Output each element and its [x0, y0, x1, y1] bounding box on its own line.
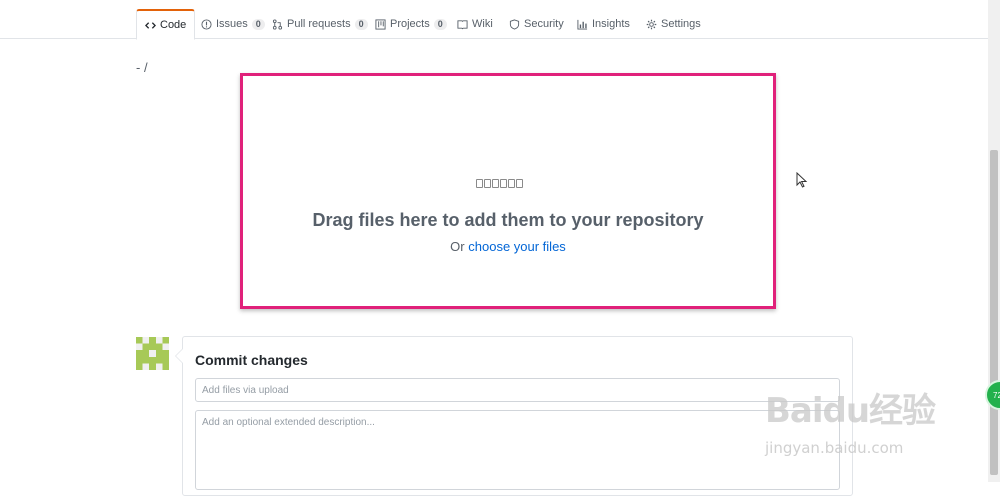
tab-label: Security	[524, 18, 564, 30]
git-pull-request-icon	[272, 18, 283, 30]
issues-counter: 0	[251, 18, 265, 30]
tab-label: Issues	[216, 18, 248, 30]
watermark-url: jingyan.baidu.com	[765, 439, 904, 457]
breadcrumb: - /	[136, 60, 148, 75]
avatar	[136, 337, 169, 370]
tab-label: Pull requests	[287, 18, 351, 30]
file-drop-zone[interactable]: Drag files here to add them to your repo…	[240, 73, 776, 309]
repo-nav-tabs: Code Issues 0 Pull requests 0 Projects 0…	[0, 9, 988, 40]
file-icon	[476, 179, 483, 188]
drop-zone-subtitle: Or choose your files	[243, 239, 773, 254]
tab-label: Insights	[592, 18, 630, 30]
commit-summary-input[interactable]	[195, 378, 840, 402]
commit-description-input[interactable]	[195, 410, 840, 490]
tab-code[interactable]: Code	[136, 9, 196, 40]
file-icon	[492, 179, 499, 188]
file-icon	[516, 179, 523, 188]
shield-icon	[509, 18, 520, 30]
graph-icon	[577, 19, 588, 30]
commit-title: Commit changes	[195, 352, 308, 368]
watermark-logo: Baidu经验	[765, 391, 936, 431]
tab-wiki[interactable]: Wiki	[449, 9, 501, 39]
tab-label: Settings	[661, 18, 701, 30]
projects-counter: 0	[433, 18, 447, 30]
tab-label: Projects	[390, 18, 430, 30]
or-text: Or	[450, 239, 465, 254]
tab-insights[interactable]: Insights	[569, 9, 638, 39]
scrollbar-thumb[interactable]	[990, 150, 998, 475]
tab-projects[interactable]: Projects 0	[367, 9, 455, 39]
tab-security[interactable]: Security	[501, 9, 572, 39]
tab-settings[interactable]: Settings	[638, 9, 709, 39]
pull-requests-counter: 0	[354, 18, 368, 30]
file-icon	[508, 179, 515, 188]
drop-zone-title: Drag files here to add them to your repo…	[312, 210, 704, 230]
issue-opened-icon	[201, 18, 212, 30]
watermark: Baidu经验 jingyan.baidu.com	[765, 383, 955, 463]
tab-label: Code	[160, 19, 187, 31]
project-icon	[375, 18, 386, 30]
mouse-cursor-icon	[796, 172, 808, 188]
tab-issues[interactable]: Issues 0	[193, 9, 273, 39]
commit-form: Commit changes	[175, 336, 853, 496]
file-type-icons	[476, 179, 523, 188]
file-icon	[484, 179, 491, 188]
gear-icon	[646, 19, 657, 30]
tab-pull-requests[interactable]: Pull requests 0	[264, 9, 376, 39]
choose-files-link[interactable]: choose your files	[468, 239, 566, 254]
file-icon	[500, 179, 507, 188]
book-icon	[457, 19, 468, 30]
code-icon	[145, 20, 156, 31]
tab-label: Wiki	[472, 18, 493, 30]
